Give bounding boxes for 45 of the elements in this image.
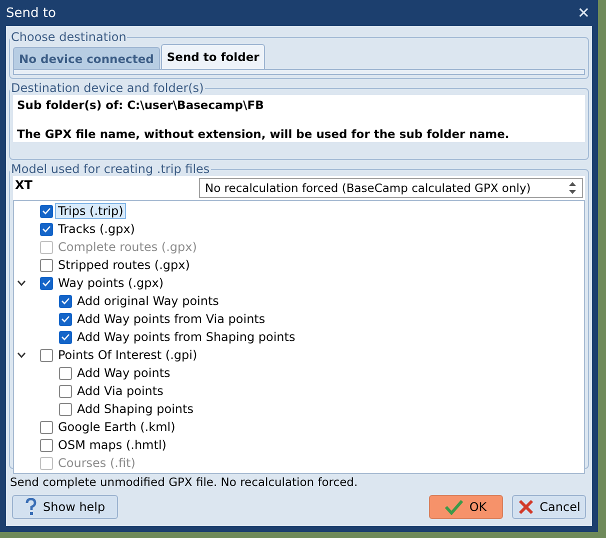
question-mark-icon: [25, 498, 37, 516]
close-button[interactable]: ✕: [575, 4, 592, 22]
tree-item[interactable]: Google Earth (.kml): [55, 419, 178, 435]
info-text: Sub folder(s) of: C:\user\Basecamp\FB: [17, 98, 265, 112]
checkbox[interactable]: [40, 258, 53, 272]
checkbox[interactable]: [59, 402, 72, 416]
cross-icon: [518, 499, 534, 515]
checkmark-icon: [445, 499, 464, 515]
group-title: Model used for creating .trip files: [10, 162, 211, 176]
checkbox[interactable]: [59, 294, 72, 308]
checkbox[interactable]: [40, 204, 53, 218]
tree-item[interactable]: Tracks (.gpx): [55, 221, 138, 237]
checkbox[interactable]: [59, 366, 72, 380]
tree-item[interactable]: Way points (.gpx): [55, 275, 167, 291]
group-title: Destination device and folder(s): [10, 81, 205, 95]
checkbox[interactable]: [40, 348, 53, 362]
ok-button[interactable]: OK: [429, 495, 503, 519]
tree-item[interactable]: Add Way points from Shaping points: [74, 329, 298, 345]
checkbox[interactable]: [40, 276, 53, 290]
help-button[interactable]: Show help: [12, 495, 118, 519]
tree-item[interactable]: Trips (.trip): [55, 203, 126, 219]
model-name: XT: [14, 178, 32, 192]
tree-item[interactable]: Add original Way points: [74, 293, 222, 309]
spinner-arrows-icon: [568, 181, 577, 195]
tab[interactable]: Send to folder: [160, 44, 266, 69]
checkbox[interactable]: [59, 384, 72, 398]
tree-item[interactable]: OSM maps (.hmtl): [55, 437, 170, 453]
tree-item[interactable]: Add Way points from Via points: [74, 311, 268, 327]
group-title: Choose destination: [10, 30, 128, 44]
tab[interactable]: No device connected: [13, 47, 160, 69]
tree-item[interactable]: Add Shaping points: [74, 401, 196, 417]
window-title: Send to: [6, 6, 56, 20]
tree-item[interactable]: Stripped routes (.gpx): [55, 257, 193, 273]
checkbox[interactable]: [59, 330, 72, 344]
checkbox[interactable]: [40, 420, 53, 434]
checkbox[interactable]: [40, 438, 53, 452]
cancel-button[interactable]: Cancel: [512, 495, 586, 519]
recalculation-dropdown[interactable]: No recalculation forced (BaseCamp calculated GPX only): [199, 178, 583, 198]
info-text: The GPX file name, without extension, will be used for the sub folder name.: [17, 127, 510, 141]
tree-item[interactable]: Add Via points: [74, 383, 166, 399]
status-text: Send complete unmodified GPX file. No recalculation forced.: [9, 474, 359, 491]
tree-item[interactable]: Add Way points: [74, 365, 174, 381]
tree-item[interactable]: Points Of Interest (.gpi): [55, 347, 200, 363]
checkbox[interactable]: [40, 222, 53, 236]
checkbox[interactable]: [59, 312, 72, 326]
